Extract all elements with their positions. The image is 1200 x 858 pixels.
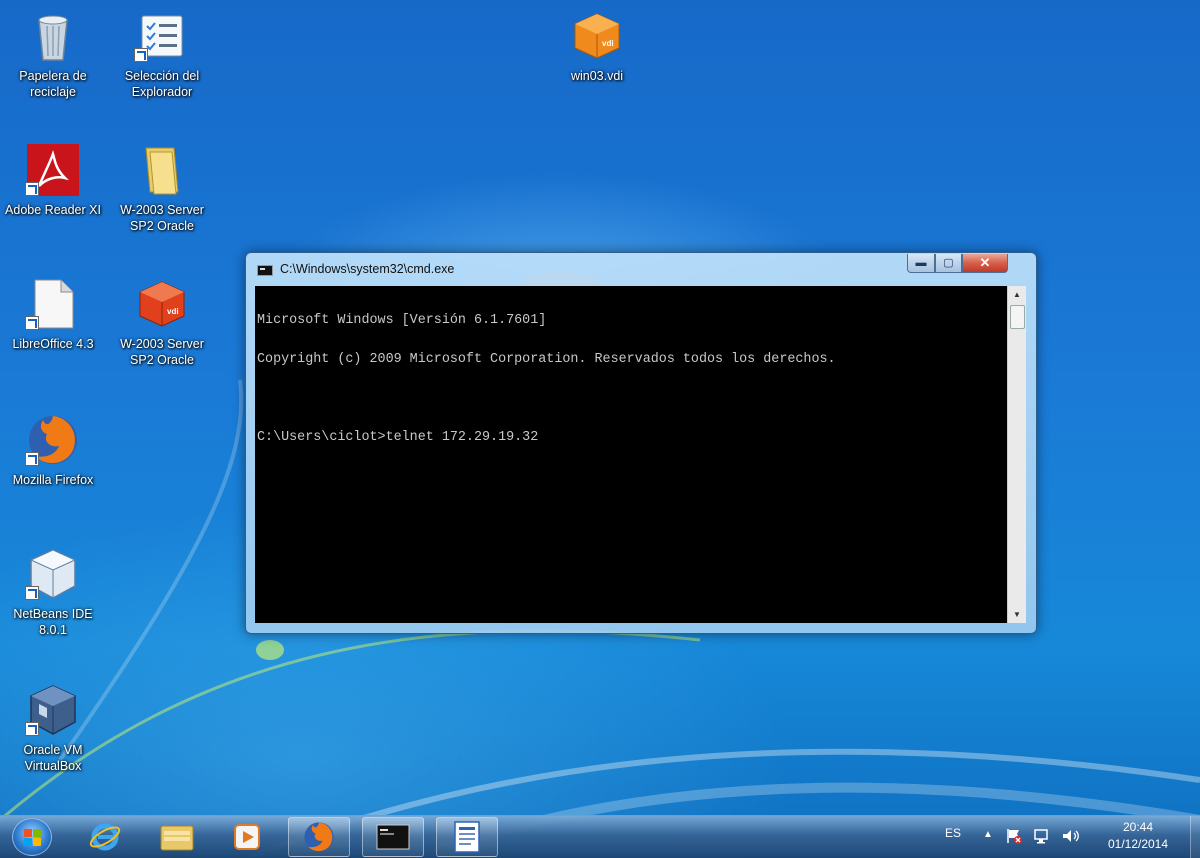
vdi-disk-icon: vdi [134, 276, 190, 332]
taskbar-wordpad[interactable] [436, 817, 498, 857]
recycle-bin-icon [25, 8, 81, 64]
wordpad-icon [454, 821, 480, 853]
show-desktop-button[interactable] [1190, 816, 1200, 858]
windows-logo-icon [33, 829, 41, 837]
start-button[interactable] [12, 818, 52, 856]
taskbar-cmd[interactable] [362, 817, 424, 857]
console-output[interactable]: Microsoft Windows [Versión 6.1.7601] Cop… [255, 286, 1007, 623]
taskbar: ES ▲ 20:44 01/12/2014 [0, 815, 1200, 858]
desktop-icon-label: Oracle VM VirtualBox [23, 743, 83, 773]
desktop-icon-explorer-selection[interactable]: Selección del Explorador [107, 8, 217, 100]
shortcut-arrow-icon [25, 316, 39, 330]
desktop-icon-label: W-2003 Server SP2 Oracle [120, 203, 204, 233]
file-explorer-icon [160, 825, 194, 851]
desktop-icon-label: Adobe Reader XI [5, 203, 101, 217]
show-hidden-icons-icon[interactable]: ▲ [983, 829, 993, 840]
taskbar-file-explorer[interactable] [146, 817, 208, 857]
shortcut-arrow-icon [25, 452, 39, 466]
desktop-icon-w2003-folder[interactable]: W-2003 Server SP2 Oracle [107, 142, 217, 234]
desktop-icon-label: Mozilla Firefox [12, 473, 94, 487]
shortcut-arrow-icon [25, 586, 39, 600]
vdi-disk-icon: vdi [569, 8, 625, 64]
maximize-button[interactable]: ▢ [935, 254, 962, 273]
scroll-down-icon[interactable]: ▼ [1008, 606, 1026, 623]
scroll-up-icon[interactable]: ▲ [1008, 286, 1026, 303]
action-center-flag-icon[interactable] [1005, 827, 1023, 845]
console-line: Copyright (c) 2009 Microsoft Corporation… [257, 352, 836, 367]
shortcut-arrow-icon [25, 722, 39, 736]
network-icon[interactable] [1033, 827, 1053, 845]
cmd-icon [257, 265, 273, 276]
virtualbox-icon [25, 682, 81, 738]
shortcut-arrow-icon [25, 182, 39, 196]
system-clock[interactable]: 20:44 01/12/2014 [1092, 819, 1184, 853]
language-indicator[interactable]: ES [945, 826, 961, 840]
desktop-icon-netbeans[interactable]: NetBeans IDE 8.0.1 [0, 546, 108, 638]
folder-icon [134, 142, 190, 198]
shortcut-arrow-icon [134, 48, 148, 62]
minimize-button[interactable]: ▬ [907, 254, 935, 273]
windows-logo-icon [33, 838, 41, 846]
taskbar-internet-explorer[interactable] [74, 817, 136, 857]
cmd-window[interactable]: C:\Windows\system32\cmd.exe ▬ ▢ ✕ Micros… [245, 252, 1037, 634]
desktop-icon-w2003-vdi[interactable]: vdi W-2003 Server SP2 Oracle [107, 276, 217, 368]
console-line: C:\Users\ciclot>telnet 172.29.19.32 [257, 430, 539, 445]
netbeans-icon [25, 546, 81, 602]
desktop-icon-label: W-2003 Server SP2 Oracle [120, 337, 204, 367]
window-title: C:\Windows\system32\cmd.exe [280, 262, 455, 276]
scroll-thumb[interactable] [1010, 305, 1025, 329]
firefox-icon [304, 822, 334, 852]
desktop-icon-virtualbox[interactable]: Oracle VM VirtualBox [0, 682, 108, 774]
cmd-icon [376, 824, 410, 850]
svg-text:vdi: vdi [602, 39, 614, 48]
explorer-selection-icon [134, 8, 190, 64]
console-line: Microsoft Windows [Versión 6.1.7601] [257, 313, 547, 328]
desktop-icon-label: Selección del Explorador [124, 69, 200, 99]
windows-logo-icon [24, 838, 32, 846]
desktop-icon-adobe-reader[interactable]: Adobe Reader XI [0, 142, 108, 218]
svg-text:vdi: vdi [167, 307, 179, 316]
internet-explorer-icon [89, 823, 121, 851]
taskbar-firefox[interactable] [288, 817, 350, 857]
media-player-icon [234, 824, 260, 850]
desktop-icon-win03-vdi[interactable]: vdi win03.vdi [542, 8, 652, 84]
clock-date: 01/12/2014 [1107, 837, 1169, 851]
desktop-icon-label: win03.vdi [570, 69, 624, 83]
libreoffice-icon [25, 276, 81, 332]
firefox-icon [25, 412, 81, 468]
desktop-icon-firefox[interactable]: Mozilla Firefox [0, 412, 108, 488]
adobe-reader-icon [25, 142, 81, 198]
desktop-icon-recycle-bin[interactable]: Papelera de reciclaje [0, 8, 108, 100]
desktop-icon-libreoffice[interactable]: LibreOffice 4.3 [0, 276, 108, 352]
desktop-icon-label: NetBeans IDE 8.0.1 [13, 607, 93, 637]
taskbar-media-player[interactable] [216, 817, 278, 857]
vertical-scrollbar[interactable]: ▲ ▼ [1007, 286, 1026, 623]
close-button[interactable]: ✕ [962, 254, 1008, 273]
clock-time: 20:44 [1122, 820, 1154, 834]
desktop-icon-label: Papelera de reciclaje [19, 69, 87, 99]
volume-icon[interactable] [1061, 827, 1081, 845]
windows-logo-icon [24, 829, 32, 837]
desktop-icon-label: LibreOffice 4.3 [12, 337, 94, 351]
window-titlebar[interactable]: C:\Windows\system32\cmd.exe ▬ ▢ ✕ [246, 253, 1036, 285]
